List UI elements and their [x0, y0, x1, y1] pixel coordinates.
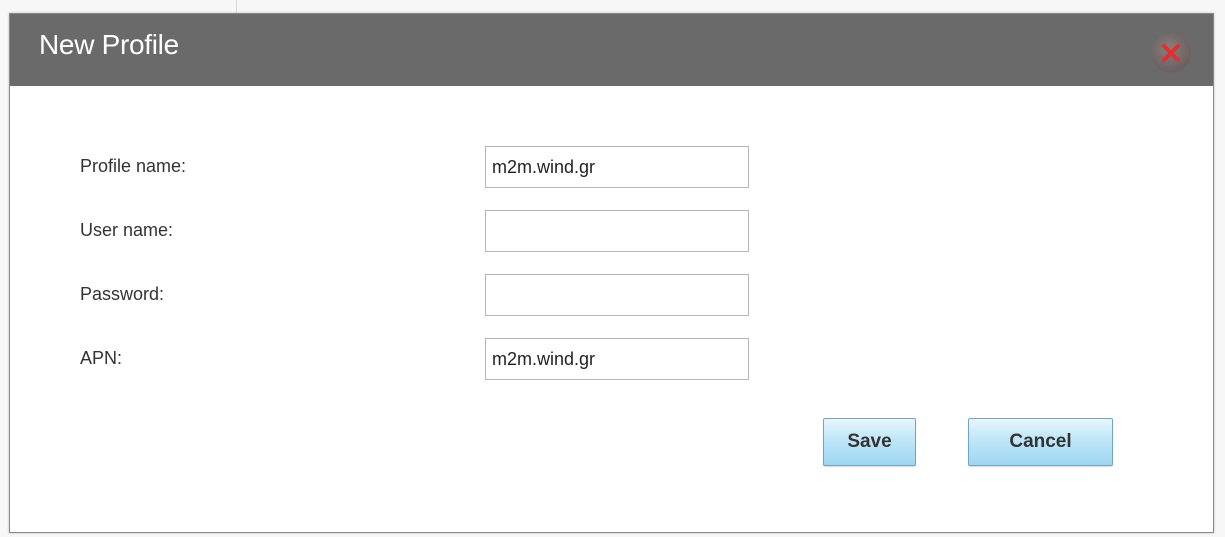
backdrop-divider — [236, 0, 237, 14]
user-name-label: User name: — [80, 220, 174, 240]
close-button[interactable] — [1151, 33, 1191, 73]
apn-field[interactable] — [485, 338, 749, 380]
profile-name-row: Profile name: — [10, 146, 1213, 190]
close-icon — [1162, 44, 1180, 62]
profile-name-label: Profile name: — [80, 156, 187, 176]
new-profile-dialog: New Profile Profile name: User name: Pas… — [9, 13, 1214, 533]
user-name-row: User name: — [10, 210, 1213, 254]
password-field[interactable] — [485, 274, 749, 316]
dialog-titlebar: New Profile — [10, 14, 1213, 86]
apn-row: APN: — [10, 338, 1213, 382]
save-button[interactable]: Save — [823, 418, 916, 466]
dialog-title: New Profile — [39, 29, 179, 60]
user-name-field[interactable] — [485, 210, 749, 252]
apn-label: APN: — [80, 348, 123, 368]
password-label: Password: — [80, 284, 165, 304]
cancel-button[interactable]: Cancel — [968, 418, 1113, 466]
password-row: Password: — [10, 274, 1213, 318]
profile-name-field[interactable] — [485, 146, 749, 188]
